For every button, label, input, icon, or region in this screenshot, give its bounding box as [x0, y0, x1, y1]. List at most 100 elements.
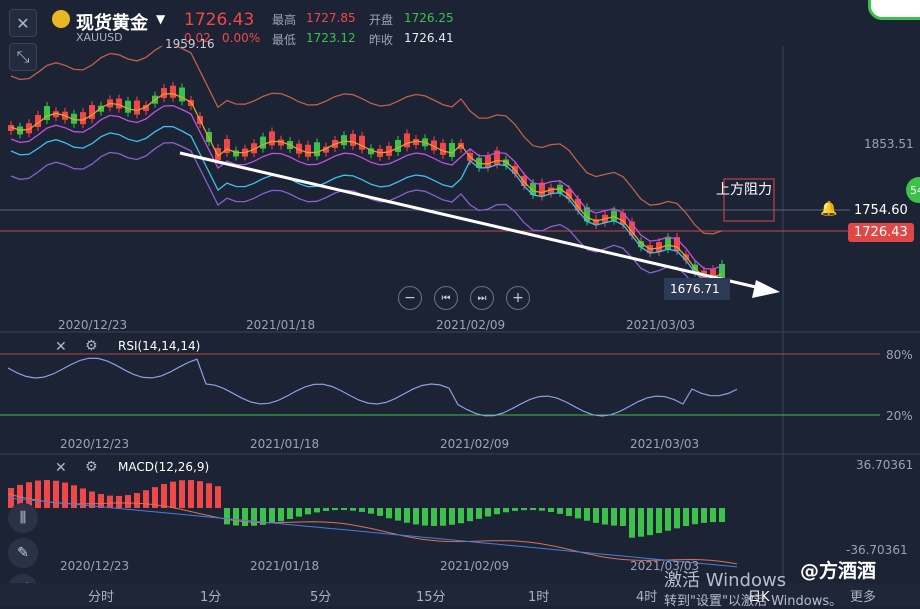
- macd-bar: [44, 480, 50, 508]
- macd-bar: [53, 480, 59, 508]
- gold-logo: [52, 10, 70, 28]
- macd-bar: [431, 508, 437, 526]
- macd-settings-icon[interactable]: ⚙: [85, 459, 98, 475]
- ma-line-mid: [10, 105, 723, 270]
- macd-close-icon[interactable]: ✕: [55, 460, 67, 476]
- price-change-pct: 0.00%: [222, 31, 261, 45]
- macd-bar: [305, 508, 311, 515]
- minus-icon: −: [404, 290, 416, 306]
- zoom-out-button[interactable]: −: [398, 286, 422, 310]
- candle-body: [80, 112, 86, 125]
- rsi-date-3: 2021/02/09: [440, 437, 510, 451]
- macd-bar: [485, 508, 491, 517]
- macd-bar: [521, 508, 527, 511]
- macd-bar: [593, 508, 599, 523]
- tab-timeshare[interactable]: 分时: [88, 586, 114, 605]
- candle-body: [485, 155, 491, 168]
- macd-bar: [359, 508, 365, 512]
- close-button[interactable]: ✕: [9, 9, 37, 37]
- macd-bar: [170, 481, 176, 508]
- candle-body: [260, 136, 266, 149]
- macd-bar: [494, 508, 500, 515]
- top-right-toggle[interactable]: [868, 0, 920, 20]
- macd-bar: [665, 508, 671, 531]
- macd-bar: [548, 508, 554, 512]
- macd-bar: [413, 508, 419, 525]
- macd-bar: [449, 508, 455, 525]
- peak-label: 1959.16: [165, 37, 215, 51]
- macd-bar: [584, 508, 590, 521]
- rsi-level-20: 20%: [886, 409, 913, 423]
- candle-body: [503, 159, 509, 166]
- resistance-annotation: 上方阻力: [716, 182, 772, 198]
- tab-15min[interactable]: 15分: [416, 586, 446, 605]
- macd-bar: [35, 480, 41, 508]
- macd-bar: [125, 495, 131, 508]
- macd-bar: [575, 508, 581, 519]
- indicator-button[interactable]: ⫼: [8, 503, 38, 533]
- candle-body: [350, 133, 356, 146]
- skip-forward-icon: ⏭: [477, 292, 487, 304]
- macd-bar: [710, 508, 716, 523]
- macd-bar: [557, 508, 563, 514]
- macd-bottom: -36.70361: [846, 543, 908, 557]
- trend-arrow-line: [179, 151, 761, 290]
- boll-upper: [10, 46, 723, 235]
- candle-body: [116, 98, 122, 109]
- tab-1hour[interactable]: 1时: [528, 586, 549, 605]
- rsi-date-4: 2021/03/03: [630, 437, 700, 451]
- macd-bar: [314, 508, 320, 513]
- tab-4hour[interactable]: 4时: [636, 586, 657, 605]
- rsi-date-1: 2020/12/23: [60, 437, 130, 451]
- macd-bar: [422, 508, 428, 526]
- prev-close-value: 1726.41: [404, 31, 454, 45]
- candle-body: [269, 131, 275, 146]
- candle-body: [440, 142, 446, 155]
- plus-icon: +: [512, 290, 524, 306]
- tab-5min[interactable]: 5分: [310, 586, 331, 605]
- candle-body: [134, 100, 140, 115]
- scroll-end-button[interactable]: ⏭: [470, 286, 494, 310]
- chart-canvas[interactable]: [0, 46, 920, 583]
- macd-bar: [116, 495, 122, 508]
- macd-bar: [395, 508, 401, 521]
- draw-button[interactable]: ✎: [8, 538, 38, 568]
- zoom-in-button[interactable]: +: [506, 286, 530, 310]
- ma-line-short: [10, 93, 723, 278]
- macd-bar: [611, 508, 617, 526]
- macd-bar: [62, 482, 68, 508]
- candlestick-icon: ⫼: [19, 510, 27, 526]
- macd-bar: [620, 508, 626, 526]
- macd-date-1: 2020/12/23: [60, 559, 130, 573]
- macd-bar: [161, 484, 167, 508]
- rsi-settings-icon[interactable]: ⚙: [85, 338, 98, 354]
- macd-bar: [197, 481, 203, 508]
- macd-bar: [674, 508, 680, 529]
- tab-1min[interactable]: 1分: [200, 586, 221, 605]
- rsi-close-icon[interactable]: ✕: [55, 339, 67, 355]
- macd-bar: [701, 508, 707, 523]
- macd-bar: [503, 508, 509, 513]
- rsi-level-80: 80%: [886, 348, 913, 362]
- tab-more[interactable]: 更多: [850, 586, 876, 605]
- candle-body: [125, 100, 131, 113]
- macd-bar: [233, 508, 239, 526]
- dropdown-arrow-icon[interactable]: ▼: [156, 12, 165, 26]
- candle-body: [611, 210, 617, 221]
- candle-body: [395, 139, 401, 152]
- bell-icon[interactable]: 🔔: [820, 201, 837, 217]
- activate-windows-title: 激活 Windows: [664, 570, 787, 591]
- candle-body: [449, 142, 455, 157]
- macd-bar: [206, 483, 212, 508]
- main-date-4: 2021/03/03: [626, 318, 696, 332]
- macd-bar: [134, 493, 140, 508]
- macd-bar: [107, 495, 113, 508]
- macd-bar: [269, 508, 275, 524]
- macd-bar: [287, 508, 293, 519]
- macd-date-3: 2021/02/09: [440, 559, 510, 573]
- macd-bar: [566, 508, 572, 517]
- scroll-start-button[interactable]: ⏮: [434, 286, 458, 310]
- macd-bar: [386, 508, 392, 519]
- high-label: 最高: [272, 13, 297, 27]
- macd-bar: [377, 508, 383, 516]
